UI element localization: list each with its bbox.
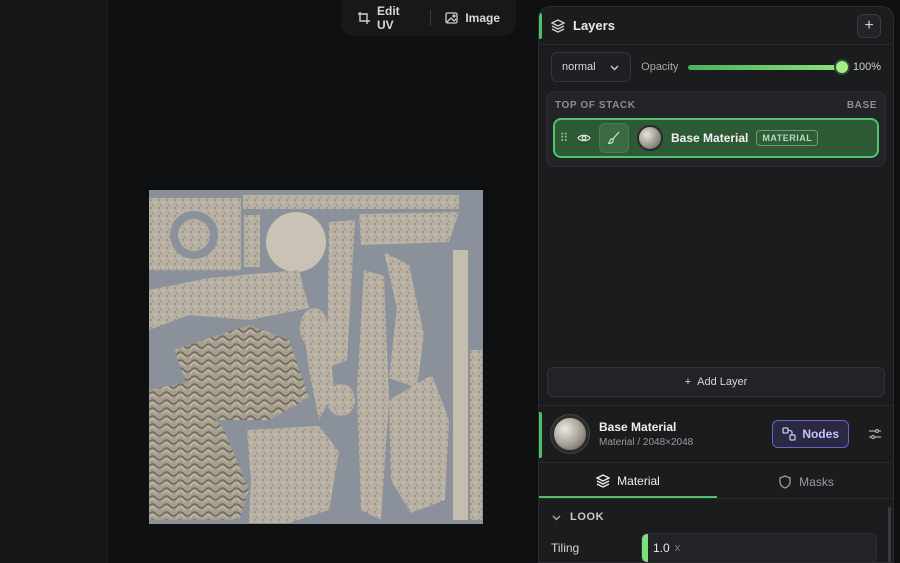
blend-mode-value: normal [562, 61, 596, 73]
plus-icon: + [684, 376, 692, 388]
tab-material-label: Material [617, 473, 660, 488]
crop-icon [357, 11, 371, 25]
tab-masks[interactable]: Masks [717, 465, 893, 498]
opacity-slider[interactable] [688, 59, 851, 75]
stack-header: TOP OF STACK BASE [547, 92, 885, 111]
opacity-label: Opacity [641, 61, 679, 73]
left-sidebar [0, 0, 108, 563]
material-thumbnail [551, 415, 589, 453]
layers-icon [596, 473, 611, 488]
nodes-label: Nodes [802, 427, 839, 441]
opacity-value: 100% [852, 61, 881, 73]
tiling-row: Tiling 1.0 x [551, 533, 877, 562]
tiling-accent [642, 534, 648, 562]
edit-uv-label: Edit UV [377, 4, 400, 32]
panel-scrollbar[interactable] [888, 507, 891, 562]
blend-row: normal Opacity 100% [539, 45, 893, 89]
uv-islands [149, 195, 482, 523]
stack-base-label: BASE [846, 100, 877, 111]
tab-masks-label: Masks [799, 474, 834, 489]
stack-top-label: TOP OF STACK [555, 100, 636, 111]
layer-row-base-material[interactable]: ⠿ Base Material MATERIAL [553, 118, 879, 158]
uv-texture-map[interactable] [149, 190, 483, 524]
material-card: Base Material Material / 2048×2048 Nodes [539, 405, 893, 463]
layer-thumbnail [637, 125, 663, 151]
layer-name: Base Material [671, 131, 749, 145]
plus-icon: + [864, 16, 874, 34]
material-title: Base Material [599, 420, 677, 434]
add-layer-button[interactable]: + Add Layer [547, 367, 885, 397]
drag-handle-icon[interactable]: ⠿ [559, 131, 569, 145]
add-layer-plus-button[interactable]: + [857, 13, 881, 38]
tiling-field[interactable]: 1.0 x [641, 533, 877, 562]
opacity-slider-thumb[interactable] [834, 59, 851, 75]
app-window: Edit UV Image Layers + normal Opacity 10… [0, 0, 900, 563]
tiling-value: 1.0 [653, 541, 670, 555]
look-section-title: LOOK [570, 511, 605, 523]
layer-type-badge: MATERIAL [756, 130, 819, 146]
edit-uv-button[interactable]: Edit UV [351, 4, 422, 32]
nodes-icon [782, 427, 796, 441]
nodes-button[interactable]: Nodes [772, 420, 849, 448]
shield-icon [778, 474, 792, 489]
look-section-header[interactable]: LOOK [551, 511, 604, 523]
material-info: Base Material Material / 2048×2048 [599, 420, 693, 448]
image-label: Image [465, 11, 500, 25]
layers-icon [551, 18, 565, 33]
image-icon [445, 11, 459, 25]
layers-title: Layers [573, 18, 615, 33]
tiling-label: Tiling [551, 541, 580, 555]
viewport-toolbar: Edit UV Image [341, 0, 516, 36]
toolbar-divider [430, 10, 432, 26]
material-subtitle: Material / 2048×2048 [599, 437, 694, 448]
add-layer-label: Add Layer [697, 376, 748, 388]
brush-icon[interactable] [599, 123, 629, 153]
layers-header: Layers + [539, 7, 893, 45]
eye-icon[interactable] [577, 131, 591, 145]
layer-stack: TOP OF STACK BASE ⠿ Base Material MATERI… [546, 91, 886, 167]
chevron-down-icon [551, 512, 562, 523]
sliders-icon[interactable] [865, 427, 885, 441]
tiling-unit: x [674, 542, 681, 554]
image-button[interactable]: Image [439, 5, 506, 31]
tab-material[interactable]: Material [539, 465, 717, 498]
material-tabs: Material Masks [539, 465, 893, 499]
opacity-slider-fill [688, 65, 843, 70]
blend-mode-select[interactable]: normal [551, 52, 632, 82]
layers-panel: Layers + normal Opacity 100% TOP OF STAC… [538, 6, 894, 563]
chevron-down-icon [609, 62, 620, 73]
